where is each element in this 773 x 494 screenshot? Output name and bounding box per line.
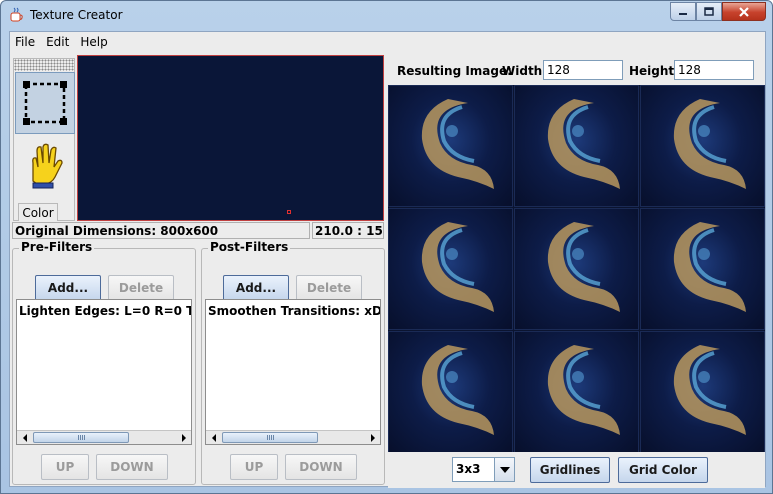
post-add-button[interactable]: Add... [223, 275, 289, 301]
height-label: Height: [629, 64, 679, 78]
grip-icon [267, 435, 275, 440]
post-filters-scrollbar[interactable] [206, 430, 380, 444]
pre-filters-list[interactable]: Lighten Edges: L=0 R=0 T=0 B= [16, 299, 192, 445]
pre-filters-title: Pre-Filters [19, 240, 95, 254]
result-controls: 3x3 Gridlines Grid Color [388, 452, 765, 488]
minimize-button[interactable] [670, 2, 696, 21]
grid-size-value: 3x3 [456, 462, 481, 476]
dropdown-button[interactable] [494, 458, 514, 481]
selection-tool[interactable] [15, 72, 75, 134]
scroll-right-button[interactable] [366, 432, 379, 444]
list-item[interactable]: Smoothen Transitions: xDepth= [206, 300, 380, 322]
post-filters-panel: Post-Filters Add... Delete Smoothen Tran… [201, 240, 385, 485]
grid-color-button[interactable]: Grid Color [618, 457, 708, 483]
scroll-right-button[interactable] [177, 432, 190, 444]
toolbox: Color [13, 58, 75, 221]
post-delete-button[interactable]: Delete [296, 275, 362, 301]
original-dimensions: Original Dimensions: 800x600 [12, 222, 310, 239]
menu-bar: File Edit Help [10, 32, 765, 53]
post-down-button[interactable]: DOWN [285, 454, 357, 480]
window-title: Texture Creator [30, 8, 123, 22]
scroll-thumb[interactable] [222, 432, 318, 443]
result-image-canvas[interactable] [388, 85, 765, 452]
title-bar[interactable]: Texture Creator [1, 1, 772, 30]
menu-help[interactable]: Help [75, 32, 113, 53]
list-item[interactable]: Lighten Edges: L=0 R=0 T=0 B= [17, 300, 191, 322]
post-filters-list[interactable]: Smoothen Transitions: xDepth= [205, 299, 381, 445]
post-filters-title: Post-Filters [208, 240, 291, 254]
app-window: Texture Creator File Edit Help Color Ori… [0, 0, 773, 494]
pre-filters-scrollbar[interactable] [17, 430, 191, 444]
pre-down-button[interactable]: DOWN [96, 454, 168, 480]
post-up-button[interactable]: UP [230, 454, 278, 480]
menu-file[interactable]: File [10, 32, 41, 53]
width-label: Width: [502, 64, 548, 78]
pre-filters-panel: Pre-Filters Add... Delete Lighten Edges:… [12, 240, 196, 485]
maximize-button[interactable] [696, 2, 722, 21]
maximize-icon [704, 7, 714, 16]
hand-icon [32, 143, 63, 189]
pan-tool[interactable] [15, 137, 75, 197]
pre-add-button[interactable]: Add... [35, 275, 101, 301]
close-icon [739, 6, 749, 17]
width-input[interactable] [543, 60, 623, 80]
height-input[interactable] [674, 60, 754, 80]
pre-delete-button[interactable]: Delete [108, 275, 174, 301]
pre-up-button[interactable]: UP [41, 454, 89, 480]
gridlines-button[interactable]: Gridlines [530, 457, 610, 483]
grid-size-select[interactable]: 3x3 [452, 457, 515, 482]
toolbar-drag-handle[interactable] [14, 59, 74, 71]
position-marker [287, 210, 291, 214]
scroll-left-button[interactable] [207, 432, 220, 444]
arrow-left-icon [22, 434, 27, 442]
crescent-pattern [419, 97, 748, 437]
scroll-thumb[interactable] [33, 432, 129, 443]
cursor-coordinates: 210.0 : 154.0 [312, 222, 384, 239]
arrow-left-icon [211, 434, 216, 442]
resulting-image-label: Resulting Image: [397, 64, 512, 78]
arrow-right-icon [370, 434, 375, 442]
result-header: Resulting Image: Width: Height: [388, 54, 765, 84]
source-image-canvas[interactable] [77, 55, 384, 221]
close-button[interactable] [722, 2, 766, 21]
chevron-down-icon [499, 466, 510, 473]
client-area: File Edit Help Color Original Dimensions… [9, 31, 766, 488]
java-cup-icon [10, 7, 23, 22]
marquee-select-icon [23, 81, 67, 125]
arrow-right-icon [181, 434, 186, 442]
grip-icon [78, 435, 86, 440]
menu-edit[interactable]: Edit [41, 32, 75, 53]
tab-color[interactable]: Color [18, 203, 58, 221]
minimize-icon [679, 12, 687, 15]
scroll-left-button[interactable] [18, 432, 31, 444]
